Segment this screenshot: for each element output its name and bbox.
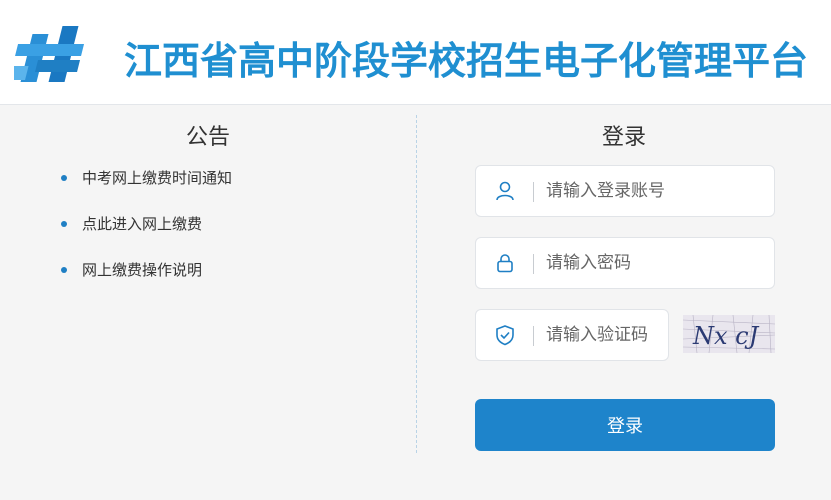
notice-item-label: 点此进入网上缴费 — [82, 215, 203, 233]
captcha-field[interactable] — [475, 309, 669, 361]
captcha-text: Nx cJ — [692, 322, 760, 350]
notice-item-label: 网上缴费操作说明 — [82, 261, 203, 279]
lock-icon — [497, 254, 513, 273]
field-separator — [533, 326, 534, 346]
notice-item-enter-payment[interactable]: 点此进入网上缴费 — [58, 211, 232, 257]
login-panel: 登录 请输入登录账号 请输入验证码 Nx cJ 登录 — [417, 105, 831, 500]
notice-list: 中考网上缴费时间通知 点此进入网上缴费 网上缴费操作说明 — [58, 165, 232, 303]
cp-logo-icon — [14, 26, 85, 82]
notice-item-payment-guide[interactable]: 网上缴费操作说明 — [58, 257, 232, 303]
login-button[interactable]: 登录 — [475, 399, 775, 451]
captcha-input[interactable] — [546, 320, 664, 350]
username-input[interactable] — [546, 176, 766, 206]
shield-icon — [496, 325, 514, 346]
password-input[interactable] — [546, 248, 766, 278]
bullet-icon — [61, 267, 67, 273]
notice-item-label: 中考网上缴费时间通知 — [82, 169, 233, 187]
bullet-icon — [61, 221, 67, 227]
password-field[interactable] — [475, 237, 775, 289]
captcha-image[interactable]: Nx cJ — [683, 315, 775, 353]
notice-item-payment-time[interactable]: 中考网上缴费时间通知 — [58, 165, 232, 211]
page-header: 江西省高中阶段学校招生电子化管理平台 — [0, 0, 831, 105]
field-separator — [533, 182, 534, 202]
bullet-icon — [61, 175, 67, 181]
field-separator — [533, 254, 534, 274]
login-title: 登录 — [601, 125, 646, 150]
username-field[interactable] — [475, 165, 775, 217]
notice-panel: 公告 中考网上缴费时间通知 点此进入网上缴费 网上缴费操作说明 — [0, 105, 416, 500]
site-title: 江西省高中阶段学校招生电子化管理平台 — [124, 39, 809, 83]
user-icon — [496, 181, 514, 201]
notice-title: 公告 — [185, 125, 230, 150]
